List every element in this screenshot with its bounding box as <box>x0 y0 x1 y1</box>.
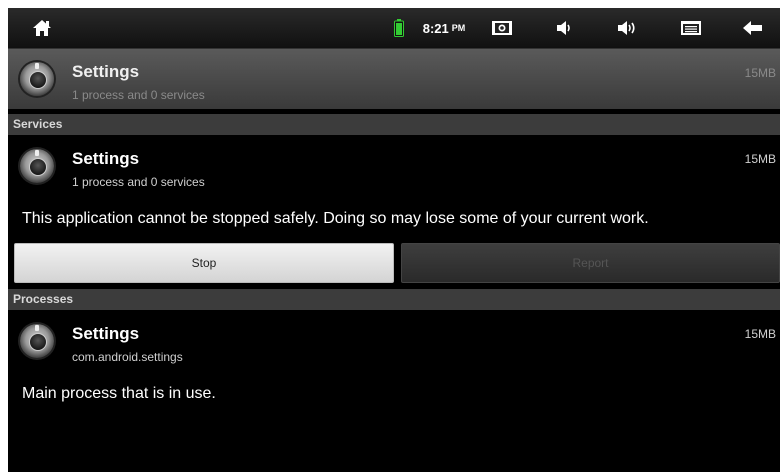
header-app-name: Settings <box>72 62 140 81</box>
clock-time: 8:21 <box>422 20 449 36</box>
process-description: Main process that is in use. <box>22 385 216 402</box>
settings-app-icon <box>20 62 54 96</box>
screen: 8:21 PM Settings 1 process and 0 services… <box>8 8 780 472</box>
service-subtitle: 1 process and 0 services <box>72 175 205 189</box>
process-app-name: Settings <box>72 324 140 343</box>
status-bar: 8:21 PM <box>8 8 780 49</box>
settings-app-icon <box>20 149 54 183</box>
header-subtitle: 1 process and 0 services <box>72 88 205 102</box>
process-package-name: com.android.settings <box>72 350 183 364</box>
service-app-name: Settings <box>72 149 140 168</box>
volume-up-icon[interactable] <box>615 8 641 48</box>
stop-warning-text: This application cannot be stopped safel… <box>22 210 649 227</box>
stop-button[interactable]: Stop <box>14 243 394 283</box>
processes-section-header: Processes <box>8 289 780 310</box>
services-section-header: Services <box>8 114 780 135</box>
header-size: 15MB <box>744 66 776 80</box>
clock-ampm: PM <box>451 23 466 33</box>
process-size: 15MB <box>744 327 776 341</box>
back-icon[interactable] <box>740 8 766 48</box>
menu-icon[interactable] <box>678 8 704 48</box>
app-header: Settings 1 process and 0 services 15MB <box>8 49 780 109</box>
clock: 8:21 PM <box>418 8 470 48</box>
battery-icon <box>393 8 405 48</box>
home-icon[interactable] <box>30 8 54 48</box>
service-size: 15MB <box>744 152 776 166</box>
volume-down-icon[interactable] <box>553 8 575 48</box>
report-button: Report <box>401 243 780 283</box>
screenshot-icon[interactable] <box>490 8 514 48</box>
settings-app-icon <box>20 324 54 358</box>
